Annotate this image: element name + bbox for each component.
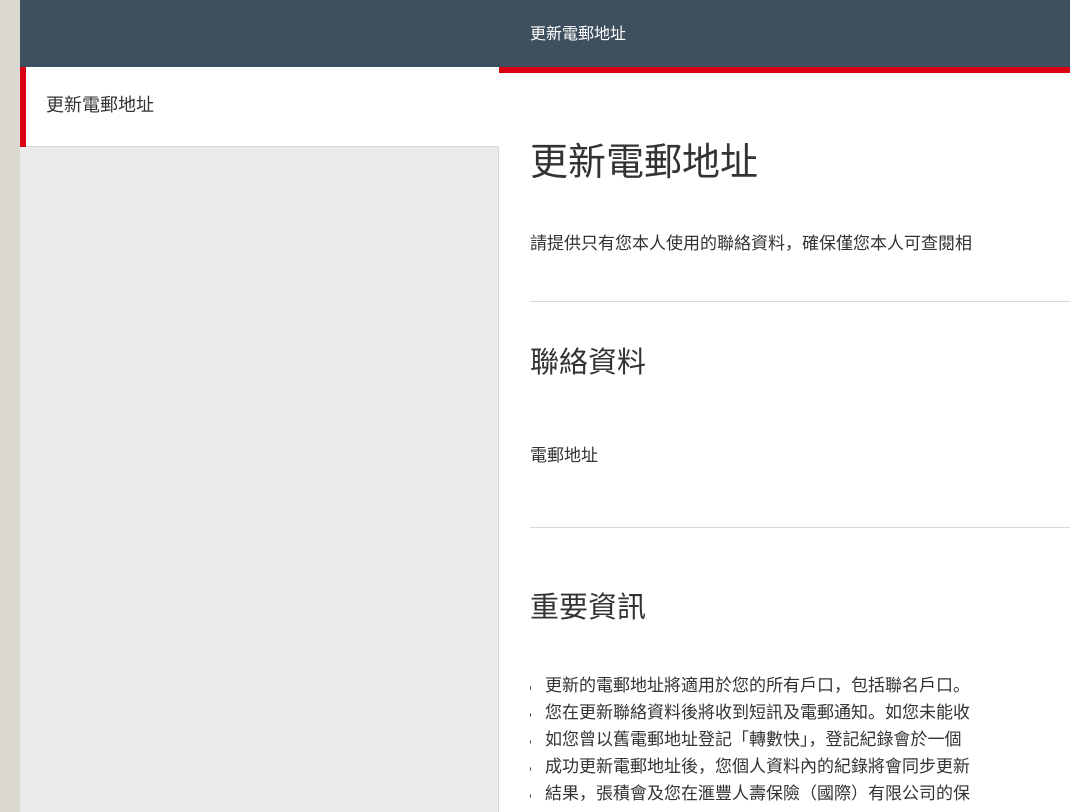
header-title: 更新電郵地址 [530,24,627,43]
list-item: 您在更新聯絡資料後將收到短訊及電郵通知。如您未能收 [530,700,970,727]
list-item: 成功更新電郵地址後，您個人資料內的紀錄將會同步更新 [530,754,970,781]
main-content: 更新電郵地址 請提供只有您本人使用的聯絡資料，確保僅您本人可查閱相 聯絡資料 電… [530,73,1070,812]
header-bar: 更新電郵地址 [20,0,1070,67]
divider [530,527,1070,528]
important-info-list: 更新的電郵地址將適用於您的所有戶口，包括聯名戶口。 您在更新聯絡資料後將收到短訊… [530,673,970,808]
list-item: 結果，張積會及您在滙豐人壽保險（國際）有限公司的保 [530,781,970,808]
contact-section-heading: 聯絡資料 [530,345,647,379]
sidebar-item-label: 更新電郵地址 [46,95,154,116]
sidebar-item-update-email[interactable]: 更新電郵地址 [20,67,499,147]
email-field-label: 電郵地址 [530,446,598,466]
list-item: 如您曾以舊電郵地址登記「轉數快」，登記紀錄會於一個 [530,727,970,754]
list-item: 更新的電郵地址將適用於您的所有戶口，包括聯名戶口。 [530,673,970,700]
sidebar: 更新電郵地址 [20,67,499,812]
page-title: 更新電郵地址 [530,140,759,184]
page: 更新電郵地址 更新電郵地址 更新電郵地址 請提供只有您本人使用的聯絡資料，確保僅… [20,0,1070,812]
intro-text: 請提供只有您本人使用的聯絡資料，確保僅您本人可查閱相 [530,234,972,254]
important-section-heading: 重要資訊 [530,590,647,624]
divider [530,301,1070,302]
active-indicator [20,67,26,147]
